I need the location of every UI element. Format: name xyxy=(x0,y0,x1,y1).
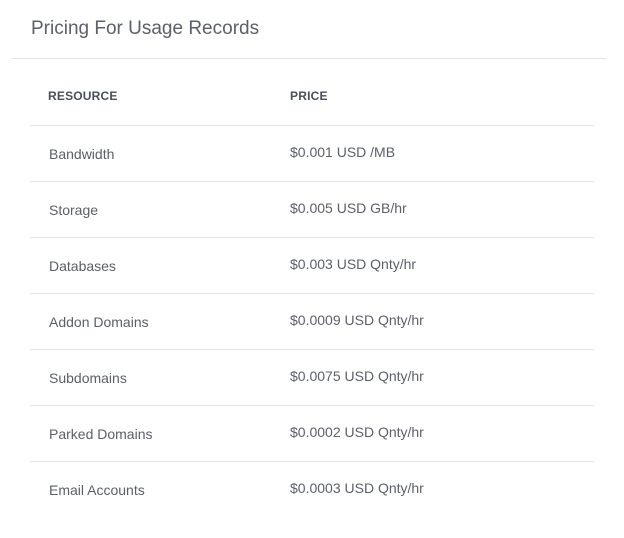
table-row: Bandwidth $0.001 USD /MB xyxy=(30,126,594,182)
column-header-resource: RESOURCE xyxy=(48,89,118,103)
table-row: Email Accounts $0.0003 USD Qnty/hr xyxy=(30,462,594,518)
price-cell: $0.0002 USD Qnty/hr xyxy=(290,424,424,440)
price-cell: $0.0003 USD Qnty/hr xyxy=(290,480,424,496)
price-cell: $0.003 USD Qnty/hr xyxy=(290,256,417,272)
panel-header: Pricing For Usage Records xyxy=(12,0,606,59)
resource-cell: Bandwidth xyxy=(49,146,115,162)
price-cell: $0.0075 USD Qnty/hr xyxy=(290,368,424,384)
price-cell: $0.001 USD /MB xyxy=(290,144,396,160)
table-row: Storage $0.005 USD GB/hr xyxy=(30,182,594,238)
resource-cell: Subdomains xyxy=(49,370,127,386)
table-row: Databases $0.003 USD Qnty/hr xyxy=(30,238,594,294)
price-cell: $0.005 USD GB/hr xyxy=(290,200,407,216)
table-row: Addon Domains $0.0009 USD Qnty/hr xyxy=(30,294,594,350)
table-row: Subdomains $0.0075 USD Qnty/hr xyxy=(30,350,594,406)
column-header-price: PRICE xyxy=(290,89,328,103)
resource-cell: Storage xyxy=(49,202,99,218)
resource-cell: Parked Domains xyxy=(49,426,153,442)
table-row: Parked Domains $0.0002 USD Qnty/hr xyxy=(30,406,594,462)
pricing-panel: Pricing For Usage Records RESOURCE PRICE… xyxy=(0,0,624,538)
price-cell: $0.0009 USD Qnty/hr xyxy=(290,312,424,328)
table-header-row: RESOURCE PRICE xyxy=(30,60,594,126)
resource-cell: Databases xyxy=(49,258,116,274)
pricing-table: RESOURCE PRICE Bandwidth $0.001 USD /MB … xyxy=(30,60,594,518)
panel-title: Pricing For Usage Records xyxy=(31,18,260,39)
resource-cell: Email Accounts xyxy=(49,482,145,498)
resource-cell: Addon Domains xyxy=(49,314,149,330)
